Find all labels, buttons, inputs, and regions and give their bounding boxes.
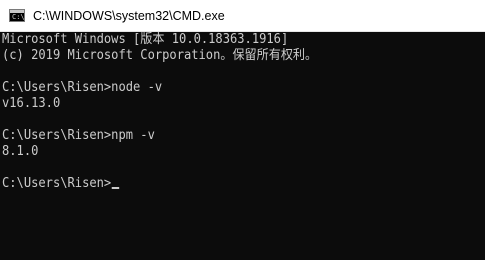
console-output[interactable]: Microsoft Windows [版本 10.0.18363.1916] (…	[2, 32, 485, 260]
text-cursor	[112, 187, 120, 189]
title-bar[interactable]: C:\ C:\WINDOWS\system32\CMD.exe	[0, 0, 485, 32]
cmd-window: C:\ C:\WINDOWS\system32\CMD.exe Microsof…	[0, 0, 485, 260]
prompt-line[interactable]: C:\Users\Risen>	[2, 176, 451, 192]
cmd-console-icon[interactable]: C:\	[9, 9, 25, 22]
console-line: v16.13.0	[2, 96, 61, 111]
console-line: 8.1.0	[2, 144, 39, 159]
console-line: C:\Users\Risen>npm -v	[2, 128, 155, 143]
console-line: C:\Users\Risen>node -v	[2, 80, 163, 95]
console-line: Microsoft Windows [版本 10.0.18363.1916]	[2, 32, 289, 47]
command-prompt: C:\Users\Risen>	[2, 176, 112, 191]
window-title: C:\WINDOWS\system32\CMD.exe	[33, 8, 225, 23]
console-line: (c) 2019 Microsoft Corporation。保留所有权利。	[2, 48, 318, 63]
